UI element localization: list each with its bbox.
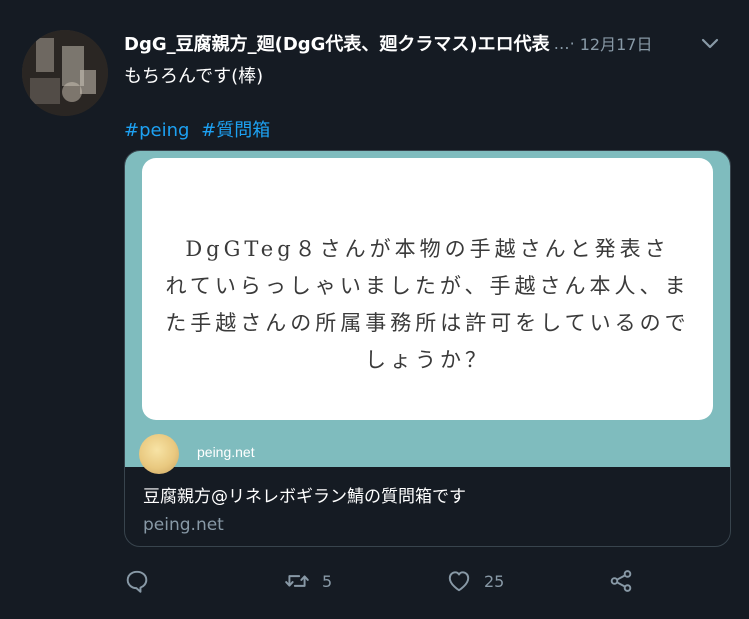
like-button[interactable]: 25: [446, 566, 504, 596]
card-image-domain: peing.net: [197, 444, 255, 460]
card-image[interactable]: DgGTeg８さんが本物の手越さんと発表さ れていらっしゃいましたが、手越さん本…: [125, 151, 730, 474]
question-line: しょうか？: [365, 348, 490, 372]
tweet-header: DgG_豆腐親方_廻(DgG代表、廻クラマス)エロ代表 …· 12月17日: [124, 30, 729, 56]
tweet-text: もちろんです(棒): [124, 66, 264, 87]
share-icon: [610, 570, 632, 592]
separator: …·: [553, 33, 575, 53]
tweet-actions: 5 25: [124, 566, 729, 596]
tweet-date[interactable]: 12月17日: [580, 31, 653, 55]
card-domain: peing.net: [143, 515, 224, 535]
chevron-down-icon[interactable]: [699, 32, 721, 54]
question-panel: DgGTeg８さんが本物の手越さんと発表さ れていらっしゃいましたが、手越さん本…: [142, 158, 713, 420]
avatar[interactable]: [22, 30, 108, 116]
link-card[interactable]: DgGTeg８さんが本物の手越さんと発表さ れていらっしゃいましたが、手越さん本…: [124, 150, 731, 547]
question-line: DgGTeg８さんが本物の手越さんと発表さ: [185, 237, 670, 261]
reply-icon: [126, 570, 148, 593]
question-line: れていらっしゃいましたが、手越さん本人、ま: [165, 274, 690, 298]
like-count: 25: [484, 571, 505, 591]
like-icon: [448, 571, 470, 592]
hashtag-shitsumonbako[interactable]: #質問箱: [201, 120, 270, 141]
retweet-icon: [285, 575, 309, 587]
card-title[interactable]: 豆腐親方@リネレボギラン鯖の質問箱です: [143, 482, 712, 507]
tweet[interactable]: DgG_豆腐親方_廻(DgG代表、廻クラマス)エロ代表 …· 12月17日 もち…: [0, 0, 749, 619]
retweet-button[interactable]: 5: [284, 566, 332, 596]
hashtags: #peing #質問箱: [124, 116, 276, 142]
share-button[interactable]: [608, 566, 634, 596]
card-info[interactable]: 豆腐親方@リネレボギラン鯖の質問箱です peing.net: [125, 467, 730, 546]
reply-button[interactable]: [124, 566, 150, 596]
hashtag-peing[interactable]: #peing: [124, 120, 189, 141]
question-line: た手越さんの所属事務所は許可をしているので: [165, 311, 690, 335]
retweet-count: 5: [322, 571, 333, 591]
display-name[interactable]: DgG_豆腐親方_廻(DgG代表、廻クラマス)エロ代表: [124, 30, 550, 56]
